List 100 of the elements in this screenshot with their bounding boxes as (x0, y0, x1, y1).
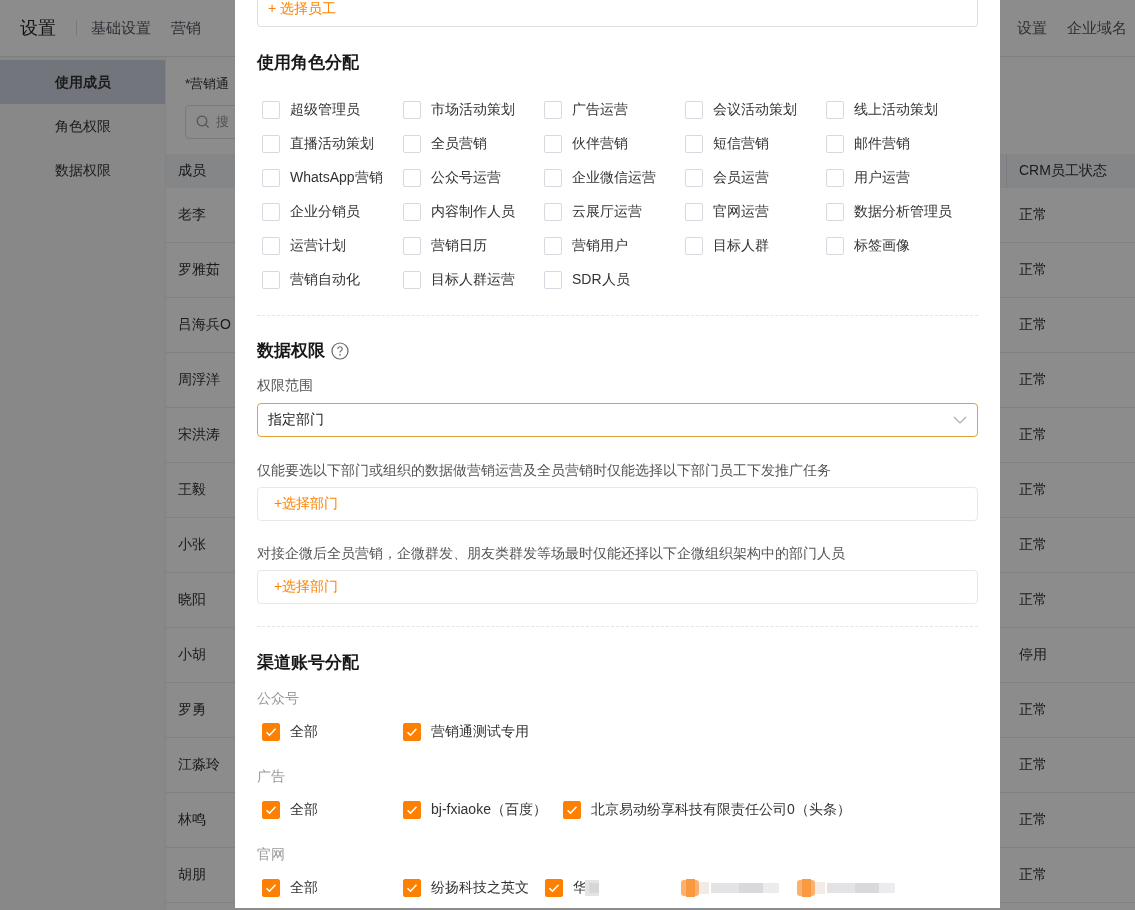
checkbox[interactable] (545, 879, 563, 897)
checkbox[interactable] (262, 801, 280, 819)
checkbox[interactable] (826, 169, 844, 187)
checkbox[interactable] (685, 237, 703, 255)
checkbox[interactable] (262, 271, 280, 289)
select-department-link[interactable]: +选择部门 (274, 578, 339, 596)
checkbox[interactable] (544, 203, 562, 221)
help-icon[interactable] (331, 342, 349, 360)
checkbox-label: bj-fxiaoke（百度） (431, 801, 547, 819)
table-cell-text: 正常 (1018, 205, 1048, 224)
checkbox-label: 内容制作人员 (431, 203, 515, 221)
checkbox-label: 云展厅运营 (572, 203, 642, 221)
checkbox-label: 市场活动策划 (431, 101, 515, 119)
checkbox-label: 营销通测试专用 (431, 723, 529, 741)
checkbox-label: 直播活动策划 (290, 135, 374, 153)
checkbox[interactable] (262, 879, 280, 897)
checkbox-label: 官网运营 (713, 203, 769, 221)
sidebar-item[interactable]: 角色权限 (0, 104, 165, 148)
checkbox[interactable] (262, 237, 280, 255)
department-picker-field[interactable]: +选择部门 (257, 487, 978, 521)
page-title: 设置 (20, 17, 56, 40)
table-cell-text: 晓阳 (177, 591, 207, 609)
checkbox[interactable] (403, 135, 421, 153)
field-label: 权限范围 (257, 376, 314, 395)
checkbox[interactable] (685, 203, 703, 221)
checkbox-label: 会员运营 (713, 169, 769, 187)
checkbox[interactable] (826, 203, 844, 221)
table-cell-text: 王毅 (177, 481, 207, 499)
checkbox[interactable] (403, 723, 421, 741)
table-cell-text: 正常 (1018, 590, 1048, 609)
checkbox[interactable] (562, 801, 581, 819)
employee-picker-field[interactable]: + 选择员工 (257, 0, 978, 27)
table-cell-text: 正常 (1018, 700, 1048, 719)
checkbox-label: 会议活动策划 (713, 101, 797, 119)
select-department-link[interactable]: +选择部门 (274, 495, 339, 513)
sidebar-item[interactable]: 使用成员 (0, 60, 165, 104)
checkbox-label: 标签画像 (854, 237, 910, 255)
checkbox[interactable] (403, 271, 421, 289)
checkbox[interactable] (826, 237, 844, 255)
table-cell-text: 罗雅茹 (177, 261, 221, 279)
nav-tab[interactable]: 设置 (1017, 18, 1047, 38)
checkbox[interactable] (403, 203, 421, 221)
table-cell-text: 正常 (1018, 535, 1048, 554)
table-cell-text: 正常 (1018, 865, 1048, 884)
checkbox[interactable] (403, 169, 421, 187)
checkbox[interactable] (826, 101, 844, 119)
checkbox-label: SDR人员 (572, 271, 630, 289)
nav-tab[interactable]: 企业域名 (1067, 18, 1127, 38)
scope-dropdown[interactable]: 指定部门 (257, 403, 978, 437)
department-picker-field[interactable]: +选择部门 (257, 570, 978, 604)
checkbox[interactable] (685, 169, 703, 187)
table-cell-text: 正常 (1018, 315, 1048, 334)
table-cell-text: 正常 (1018, 370, 1048, 389)
table-cell-text: 正常 (1018, 260, 1048, 279)
group-label: 官网 (257, 845, 286, 864)
checkbox-label: 全部 (290, 801, 318, 819)
checkbox[interactable] (685, 101, 703, 119)
checkbox[interactable] (262, 723, 280, 741)
checkbox[interactable] (544, 237, 562, 255)
checkbox[interactable] (262, 203, 280, 221)
column-header: CRM员工状态 (1006, 154, 1135, 188)
checkbox-label: 企业微信运营 (572, 169, 656, 187)
section-title: 数据权限 (257, 340, 325, 362)
checkbox[interactable] (262, 169, 280, 187)
sidebar-item[interactable]: 数据权限 (0, 148, 165, 192)
checkbox-label: 企业分销员 (290, 203, 360, 221)
checkbox[interactable] (544, 135, 562, 153)
select-employee-link[interactable]: + 选择员工 (268, 0, 337, 18)
table-cell-text: 正常 (1018, 480, 1048, 499)
table-cell-text: 小张 (177, 536, 207, 554)
nav-tab[interactable]: 营销 (171, 18, 201, 38)
field-description: 对接企微后全员营销，企微群发、朋友类群发等场最时仅能还择以下企微组织架构中的部门人员 (257, 544, 846, 563)
section-title: 使用角色分配 (257, 52, 360, 74)
checkbox[interactable] (685, 135, 703, 153)
checkbox[interactable] (403, 237, 421, 255)
checkbox-label: 公众号运营 (431, 169, 501, 187)
blurred-text-drawing (585, 877, 599, 899)
checkbox-label: 全部 (290, 879, 318, 897)
checkbox[interactable] (544, 101, 562, 119)
checkbox[interactable] (544, 271, 562, 289)
table-cell-text: 小胡 (177, 646, 207, 664)
section-title: 渠道账号分配 (257, 652, 360, 674)
table-cell-text: 胡朋 (177, 866, 207, 884)
checkbox-label: 营销日历 (431, 237, 487, 255)
checkbox-label: 伙伴营销 (572, 135, 628, 153)
table-cell-text: 正常 (1018, 755, 1048, 774)
checkbox[interactable] (826, 135, 844, 153)
table-cell-text: 罗勇 (177, 701, 207, 719)
column-header: 成员 (177, 162, 207, 180)
nav-tab[interactable]: 基础设置 (91, 18, 151, 38)
table-cell-text: 周浮洋 (177, 371, 221, 389)
checkbox[interactable] (544, 169, 562, 187)
checkbox[interactable] (262, 135, 280, 153)
checkbox[interactable] (403, 801, 421, 819)
checkbox[interactable] (262, 101, 280, 119)
checkbox[interactable] (403, 101, 421, 119)
checkbox-label: 线上活动策划 (854, 101, 938, 119)
table-cell-text: 宋洪涛 (177, 426, 221, 444)
checkbox[interactable] (403, 879, 421, 897)
table-cell-text: 正常 (1018, 810, 1048, 829)
